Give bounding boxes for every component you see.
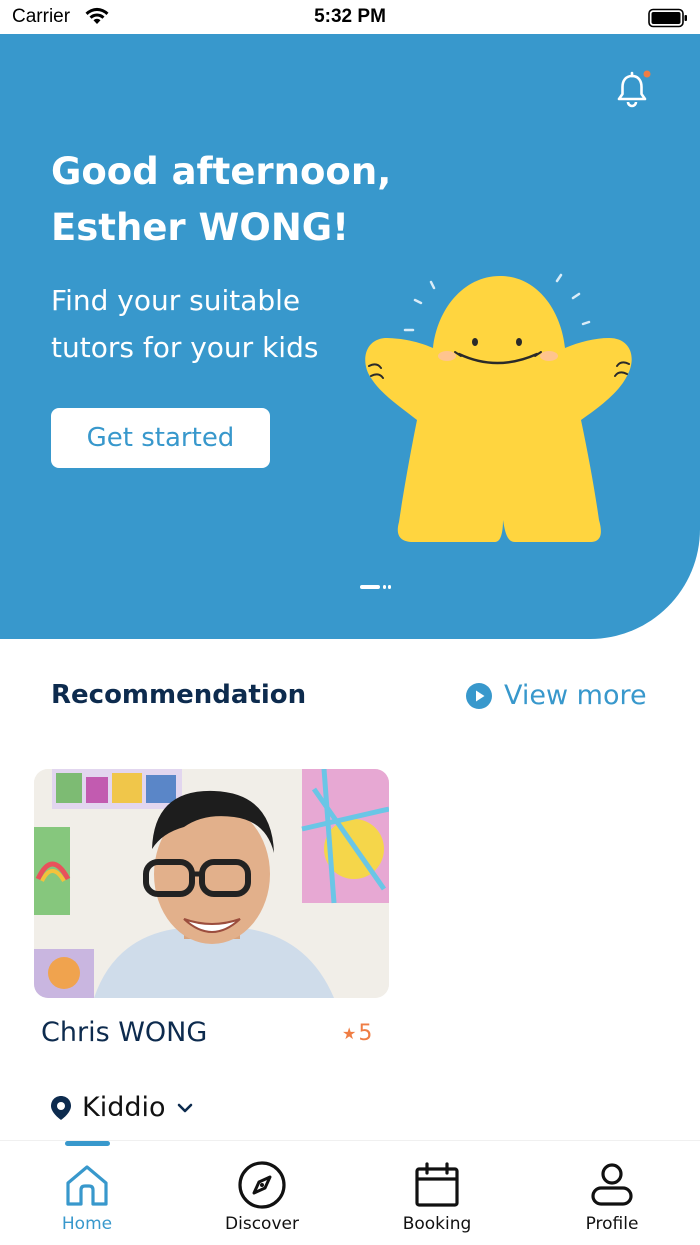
greeting-line-1: Good afternoon, [51, 150, 392, 193]
tab-booking[interactable]: Booking [372, 1160, 502, 1234]
tab-home-label: Home [61, 1214, 113, 1234]
recommendation-title: Recommendation [51, 680, 307, 710]
tab-profile-label: Profile [585, 1214, 639, 1234]
mascot-illustration [355, 270, 645, 549]
tab-booking-label: Booking [402, 1214, 472, 1234]
tutor-photo[interactable] [34, 769, 389, 998]
view-more-link[interactable]: View more [466, 680, 647, 711]
greeting-line-2: Esther WONG! [51, 206, 350, 249]
chevron-down-icon [176, 1102, 194, 1114]
notification-bell-icon[interactable] [612, 70, 652, 114]
tutor-rating: ★ 5 [342, 1021, 372, 1046]
play-circle-icon [466, 682, 492, 709]
tab-discover-label: Discover [225, 1214, 299, 1234]
view-more-label: View more [504, 680, 647, 711]
subtitle-line-1: Find your suitable [51, 284, 301, 317]
hero-subtitle: Find your suitable tutors for your kids [51, 277, 371, 371]
location-selector[interactable]: Kiddio [50, 1092, 194, 1123]
tutor-name: Chris WONG [41, 1017, 208, 1048]
calendar-icon [372, 1160, 502, 1210]
tab-profile[interactable]: Profile [547, 1160, 677, 1234]
subtitle-line-2: tutors for your kids [51, 331, 319, 364]
map-pin-icon [50, 1095, 72, 1121]
tab-discover[interactable]: Discover [197, 1160, 327, 1234]
battery-icon [648, 8, 688, 32]
get-started-button[interactable]: Get started [51, 408, 270, 468]
notification-dot [643, 70, 651, 78]
page-dot [388, 585, 391, 589]
location-name: Kiddio [82, 1092, 166, 1123]
status-bar: Carrier 5:32 PM [0, 0, 700, 34]
person-icon [547, 1160, 677, 1210]
hero-banner: Good afternoon, Esther WONG! Find your s… [0, 34, 700, 639]
status-time: 5:32 PM [314, 6, 386, 27]
home-icon [22, 1160, 152, 1210]
star-icon: ★ [342, 1024, 357, 1043]
compass-icon [197, 1160, 327, 1210]
active-tab-indicator [65, 1141, 110, 1146]
greeting-heading: Good afternoon, Esther WONG! [51, 144, 471, 256]
page-dot [383, 585, 386, 589]
page-dot-active [360, 585, 380, 589]
rating-value: 5 [358, 1021, 373, 1046]
tab-home[interactable]: Home [22, 1160, 152, 1234]
